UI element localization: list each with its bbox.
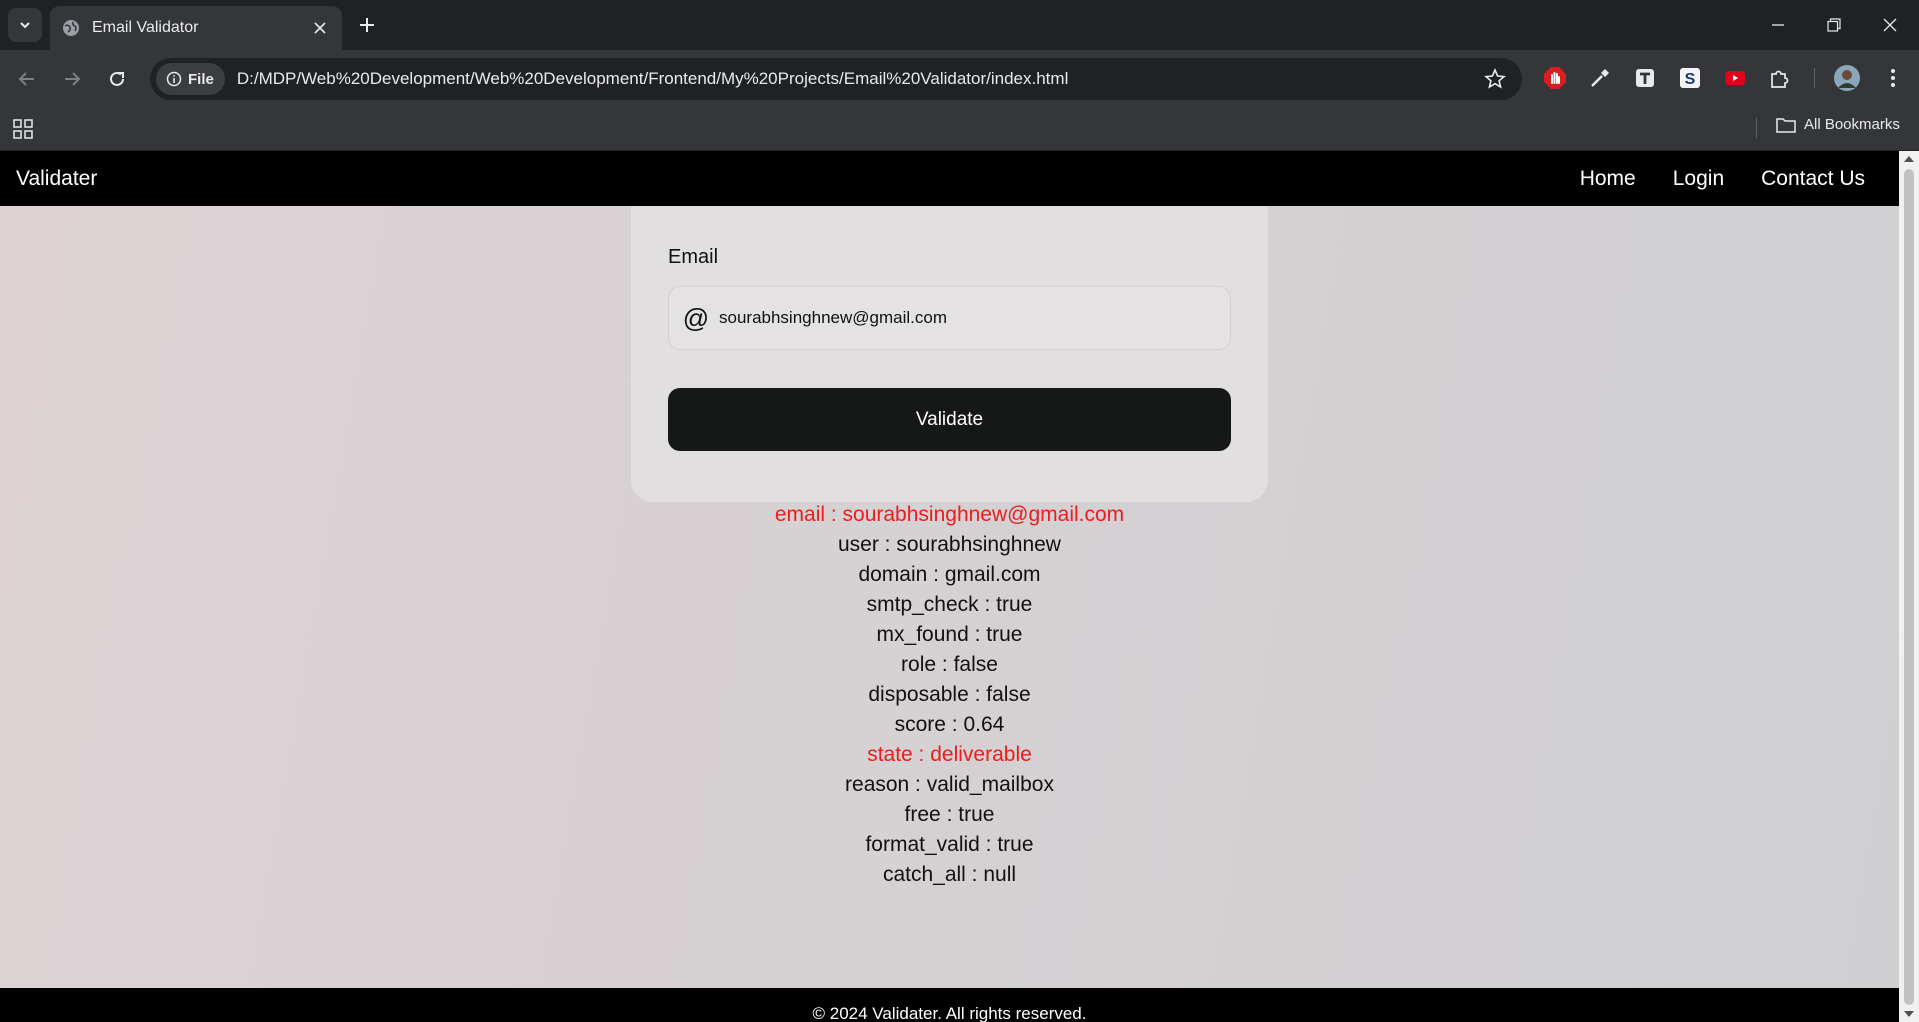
nav-contact-link[interactable]: Contact Us: [1761, 167, 1865, 191]
result-score: score : 0.64: [894, 713, 1005, 736]
site-info-chip[interactable]: File: [156, 63, 225, 95]
tab-search-button[interactable]: [8, 8, 42, 42]
result-catch-all: catch_all : null: [882, 863, 1017, 886]
footer-copyright: © 2024 Validater. All rights reserved.: [812, 1004, 1087, 1022]
browser-tab[interactable]: Email Validator: [50, 6, 342, 50]
close-icon: [1883, 18, 1897, 32]
profile-button[interactable]: [1834, 65, 1860, 91]
page-scrollbar[interactable]: [1899, 151, 1919, 1022]
all-bookmarks-label: All Bookmarks: [1804, 116, 1900, 133]
minimize-button[interactable]: [1750, 0, 1806, 50]
tampermonkey-icon: [1636, 69, 1654, 87]
result-reason: reason : valid_mailbox: [845, 773, 1054, 796]
star-icon: [1484, 67, 1506, 89]
validation-results: email : sourabhsinghnew@gmail.com user :…: [0, 500, 1899, 890]
arrow-left-icon: [18, 72, 34, 86]
email-input[interactable]: [719, 298, 1230, 338]
s-extension-icon: S: [1680, 68, 1700, 88]
scroll-up-arrow-icon[interactable]: [1904, 156, 1914, 162]
validator-card: Email @ Validate: [631, 206, 1268, 502]
reload-button[interactable]: [100, 62, 134, 96]
color-picker-icon: [1591, 69, 1609, 87]
scrollbar-thumb[interactable]: [1904, 169, 1914, 1005]
apps-button[interactable]: [13, 119, 33, 144]
window-close-button[interactable]: [1862, 0, 1918, 50]
arrow-right-icon: [65, 72, 81, 86]
kebab-menu-icon: [1891, 69, 1895, 87]
forward-button[interactable]: [55, 62, 89, 96]
at-sign-icon: @: [682, 302, 710, 333]
site-brand[interactable]: Validater: [16, 167, 97, 191]
all-bookmarks-button[interactable]: All Bookmarks: [1776, 116, 1900, 133]
nav-links: Home Login Contact Us: [1580, 167, 1865, 191]
site-navbar: Validater Home Login Contact Us: [0, 151, 1899, 206]
tab-close-button[interactable]: [310, 18, 330, 38]
result-email: email : sourabhsinghnew@gmail.com: [774, 503, 1125, 526]
bookmark-star-button[interactable]: [1484, 67, 1506, 95]
folder-icon: [1776, 117, 1796, 133]
nav-login-link[interactable]: Login: [1673, 167, 1724, 191]
bookmarks-divider: [1756, 118, 1757, 138]
new-tab-button[interactable]: [352, 10, 382, 40]
restore-button[interactable]: [1806, 0, 1862, 50]
file-chip-label: File: [188, 70, 214, 88]
url-text: D:/MDP/Web%20Development/Web%20Developme…: [236, 69, 1069, 88]
youtube-extension-button[interactable]: [1722, 65, 1748, 91]
browser-menu-button[interactable]: [1880, 65, 1906, 91]
close-icon: [314, 22, 326, 34]
email-label: Email: [668, 246, 719, 268]
result-role: role : false: [901, 653, 998, 676]
avatar: [1834, 65, 1860, 91]
result-domain: domain : gmail.com: [858, 563, 1041, 586]
result-smtp-check: smtp_check : true: [866, 593, 1033, 616]
nav-home-link[interactable]: Home: [1580, 167, 1636, 191]
extensions-menu-button[interactable]: [1767, 65, 1793, 91]
restore-icon: [1827, 18, 1841, 32]
puzzle-icon: [1771, 70, 1789, 88]
tab-strip: Email Validator: [0, 0, 1919, 50]
globe-icon: [63, 20, 79, 36]
tampermonkey-extension-button[interactable]: [1632, 65, 1658, 91]
adblock-extension-button[interactable]: [1542, 65, 1568, 91]
page-viewport: Validater Home Login Contact Us Email @ …: [0, 151, 1899, 1022]
toolbar-divider: [1814, 68, 1815, 88]
s-extension-button[interactable]: S: [1677, 65, 1703, 91]
site-footer: © 2024 Validater. All rights reserved.: [0, 988, 1899, 1022]
result-disposable: disposable : false: [868, 683, 1031, 706]
result-state: state : deliverable: [867, 743, 1032, 766]
back-button[interactable]: [10, 62, 44, 96]
info-icon: [166, 71, 182, 87]
minimize-icon: [1772, 24, 1784, 26]
result-free: free : true: [904, 803, 995, 826]
apps-grid-icon: [13, 119, 33, 139]
tab-title: Email Validator: [92, 19, 199, 36]
scroll-down-arrow-icon[interactable]: [1904, 1011, 1914, 1017]
svg-text:S: S: [1685, 71, 1696, 88]
result-user: user : sourabhsinghnew: [838, 533, 1061, 556]
bookmarks-bar: All Bookmarks: [0, 108, 1919, 151]
address-bar[interactable]: File D:/MDP/Web%20Development/Web%20Deve…: [150, 58, 1522, 100]
reload-icon: [110, 71, 124, 86]
chevron-down-icon: [20, 22, 30, 29]
color-picker-extension-button[interactable]: [1587, 65, 1613, 91]
youtube-icon: [1725, 71, 1745, 85]
validate-button[interactable]: Validate: [668, 388, 1231, 451]
email-input-wrapper[interactable]: @: [668, 286, 1231, 350]
result-mx-found: mx_found : true: [876, 623, 1023, 646]
plus-icon: [360, 18, 374, 32]
result-format-valid: format_valid : true: [865, 833, 1034, 856]
adblock-icon: [1544, 67, 1566, 89]
